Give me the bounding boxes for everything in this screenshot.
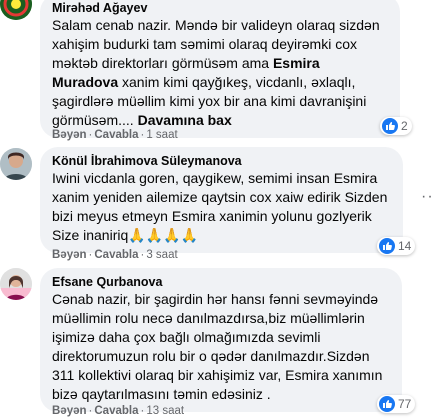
author-name[interactable]: Mirəhəd Ağayev (52, 0, 388, 16)
reaction-count[interactable]: 77 (377, 395, 416, 413)
reaction-number: 14 (398, 239, 412, 253)
reaction-number: 77 (398, 397, 412, 411)
comment-bubble: Efsane Qurbanova Cənab nazir, bir şagird… (40, 268, 402, 412)
like-button[interactable]: Bəyən (52, 405, 87, 417)
comment-text: Salam cenab nazir. Məndə bir valideyn ol… (52, 17, 380, 128)
comment-bubble: Könül İbrahimova Süleymanova Iwini vicda… (40, 147, 403, 253)
like-icon (379, 238, 395, 254)
separator: · (140, 249, 145, 261)
like-icon (379, 396, 395, 412)
reply-button[interactable]: Cavabla (94, 405, 138, 417)
timestamp[interactable]: 13 saat (146, 405, 184, 417)
timestamp[interactable]: 3 saat (146, 249, 177, 261)
comment-text: Iwini vicdanla goren, qaygikew, semimi i… (52, 170, 388, 243)
reply-button[interactable]: Cavabla (94, 129, 138, 141)
avatar[interactable] (0, 268, 32, 300)
avatar[interactable] (0, 0, 32, 20)
separator: · (88, 129, 93, 141)
separator: · (140, 129, 145, 141)
reaction-count[interactable]: 2 (380, 117, 412, 135)
reaction-number: 2 (401, 119, 408, 133)
more-options-icon[interactable]: ·· (421, 188, 434, 206)
separator: · (88, 405, 93, 417)
comment-actions: Bəyən · Cavabla · 1 saat (52, 128, 178, 142)
comment-text: Cənab nazir, bir şagirdin hər hansı fənn… (52, 291, 383, 402)
reply-button[interactable]: Cavabla (94, 249, 138, 261)
comment-bubble: Mirəhəd Ağayev Salam cenab nazir. Məndə … (40, 0, 400, 138)
avatar[interactable] (0, 148, 32, 180)
author-name[interactable]: Efsane Qurbanova (52, 274, 390, 290)
comment-actions: Bəyən · Cavabla · 3 saat (52, 248, 178, 262)
timestamp[interactable]: 1 saat (146, 129, 177, 141)
separator: · (140, 405, 145, 417)
like-icon (382, 118, 398, 134)
separator: · (88, 249, 93, 261)
comment-actions: Bəyən · Cavabla · 13 saat (52, 404, 184, 418)
like-button[interactable]: Bəyən (52, 129, 87, 141)
see-more-link[interactable]: Davamına bax (138, 112, 232, 128)
author-name[interactable]: Könül İbrahimova Süleymanova (52, 153, 391, 169)
like-button[interactable]: Bəyən (52, 249, 87, 261)
reaction-count[interactable]: 14 (377, 237, 416, 255)
